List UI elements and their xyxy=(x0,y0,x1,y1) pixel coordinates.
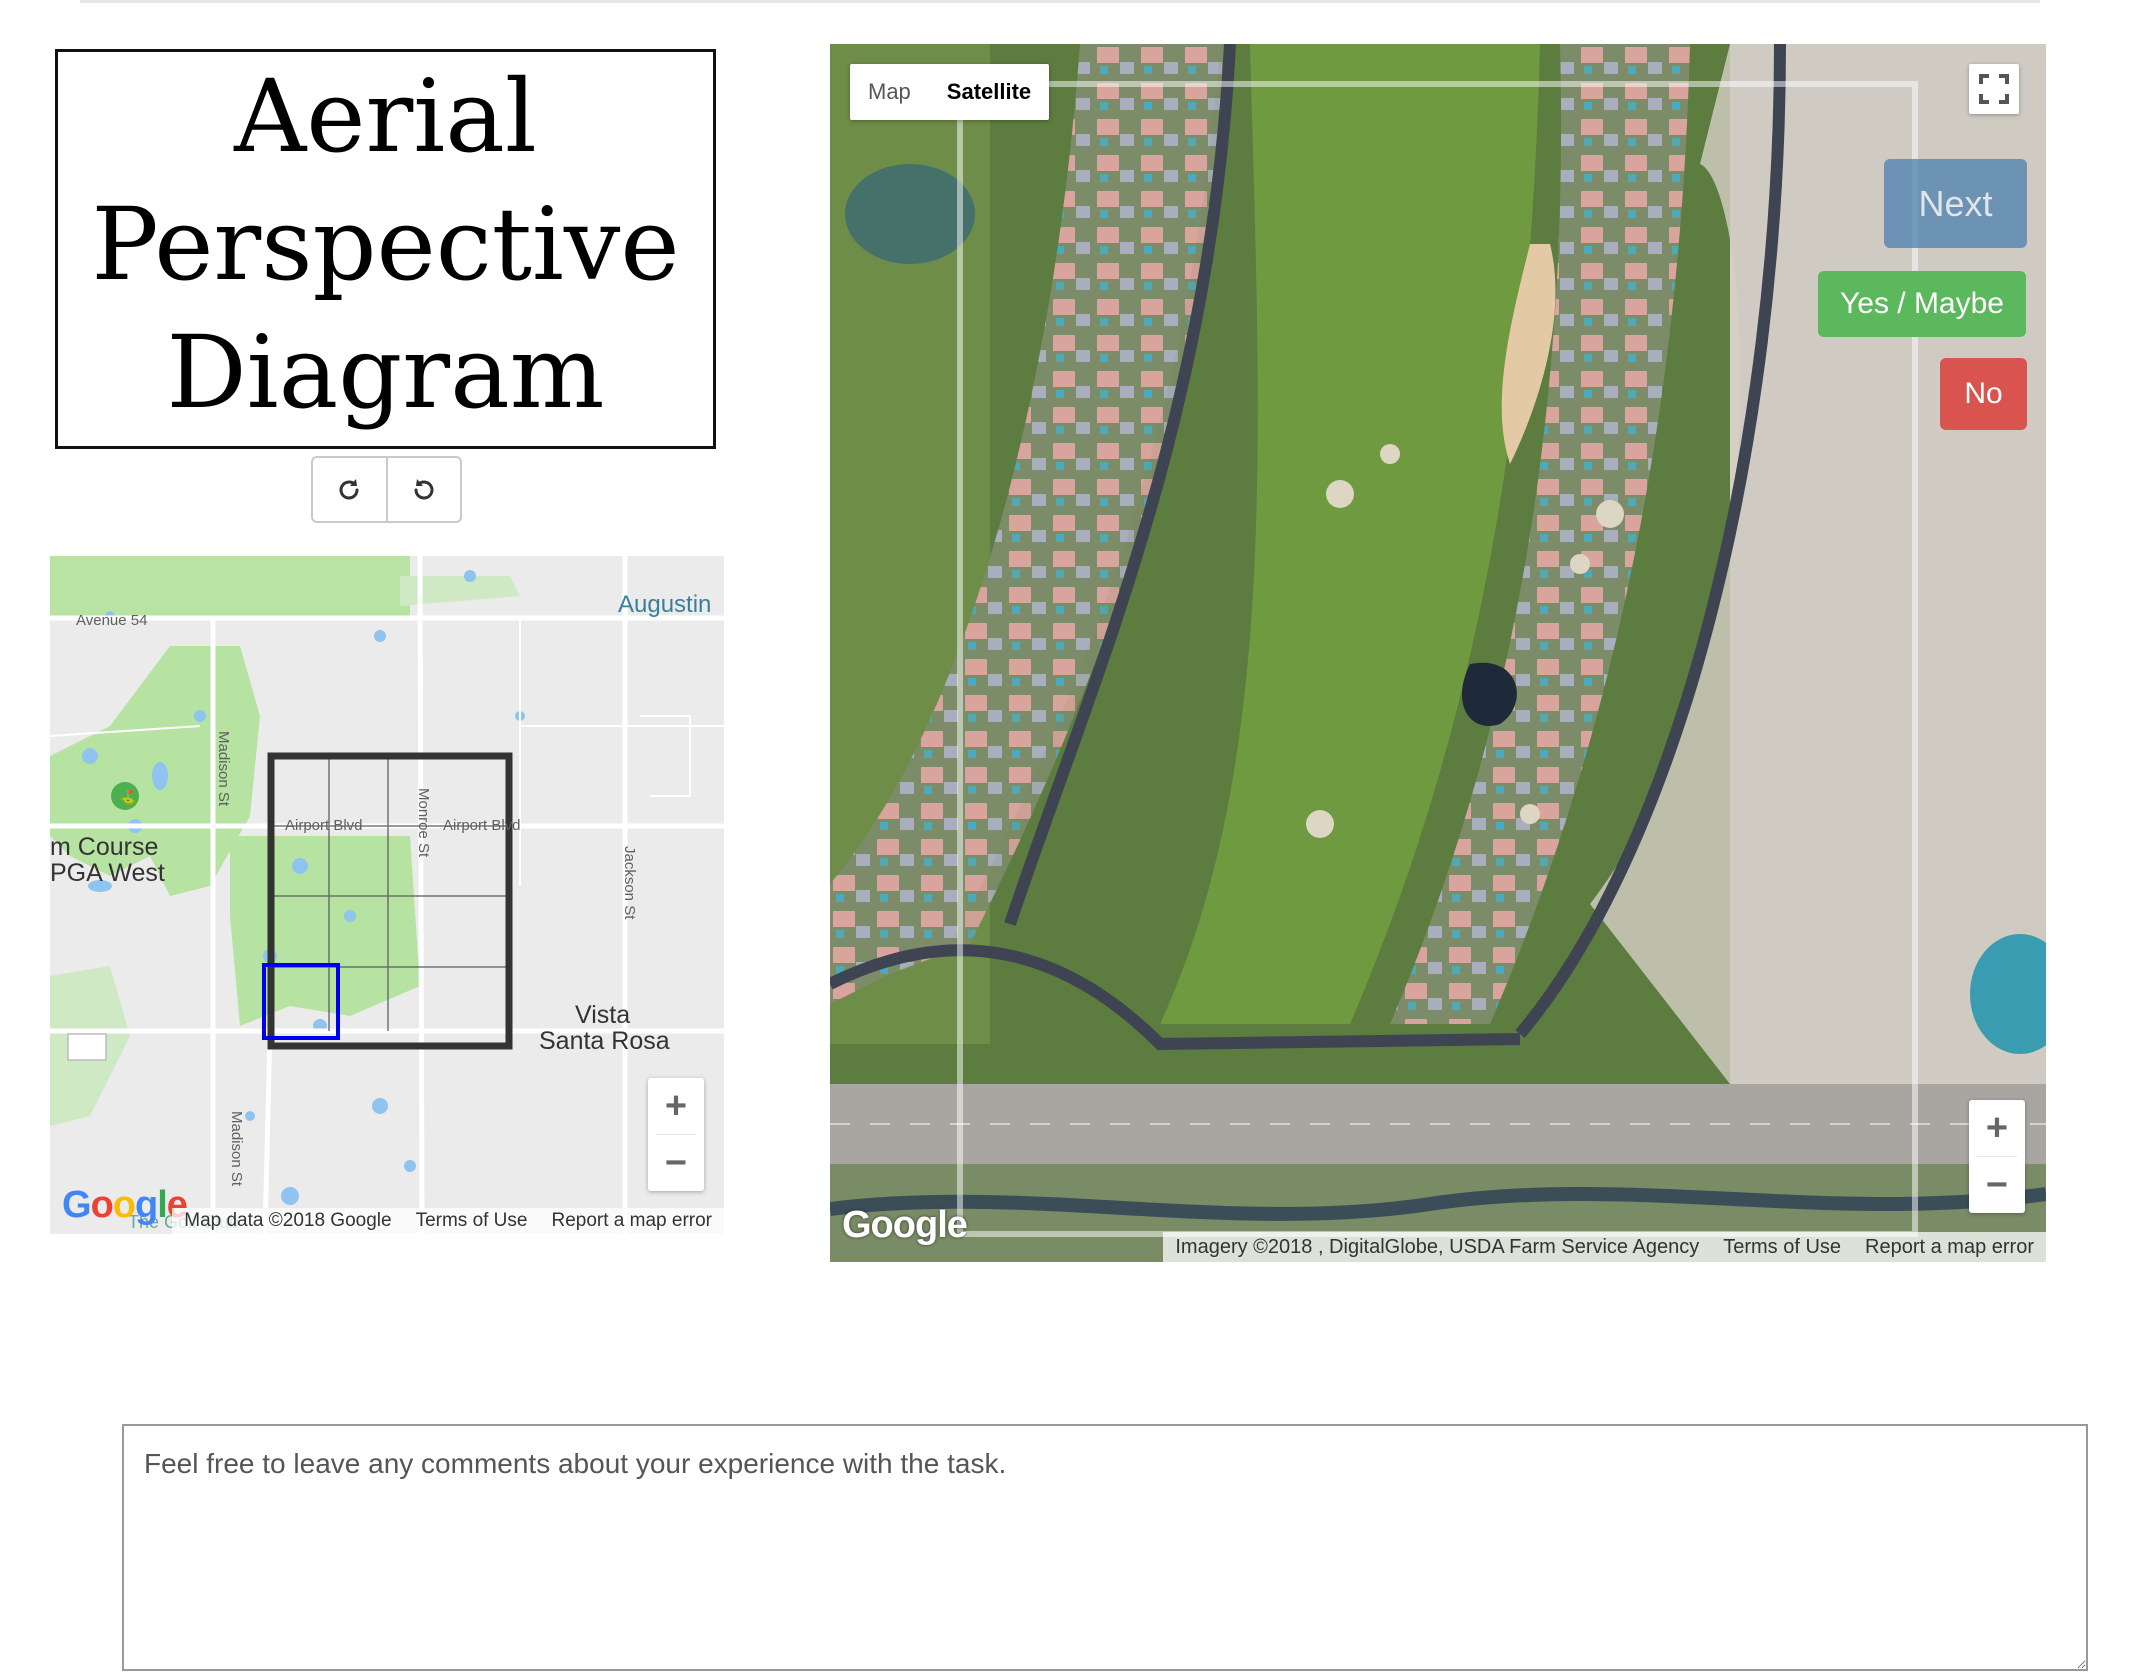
svg-text:⛳: ⛳ xyxy=(119,789,136,806)
overview-zoom-controls: + − xyxy=(648,1078,704,1191)
place-label-vista: Vista xyxy=(575,1001,631,1029)
street-label-madison: Madison St xyxy=(215,731,232,807)
satellite-google-logo: Google xyxy=(842,1204,968,1246)
street-label-madison-2: Madison St xyxy=(228,1111,245,1187)
place-label-pga-west: PGA West xyxy=(50,859,165,887)
street-label-avenue54: Avenue 54 xyxy=(76,612,148,629)
street-label-airport-2: Airport Blvd xyxy=(443,817,521,834)
overview-map-footer: Map data ©2018 Google Terms of Use Repor… xyxy=(172,1208,724,1234)
zoom-in-button[interactable]: + xyxy=(648,1078,704,1134)
street-label-jackson: Jackson St xyxy=(621,846,638,920)
satellite-map[interactable]: Map Satellite Next Yes / Maybe No + − Go… xyxy=(830,44,2046,1262)
rotate-counterclockwise-button[interactable] xyxy=(385,458,461,521)
satellite-zoom-controls: + − xyxy=(1969,1100,2025,1213)
place-label-augustine: Augustin xyxy=(618,591,712,618)
map-type-map-button[interactable]: Map xyxy=(850,64,929,120)
place-label-course: m Course xyxy=(50,833,159,861)
fullscreen-icon xyxy=(1979,74,2009,104)
comments-textarea[interactable] xyxy=(122,1424,2088,1671)
satellite-zoom-out-button[interactable]: − xyxy=(1969,1157,2025,1213)
satellite-map-footer: Imagery ©2018 , DigitalGlobe, USDA Farm … xyxy=(1163,1232,2046,1262)
map-type-satellite-button[interactable]: Satellite xyxy=(929,64,1049,120)
terms-of-use-link[interactable]: Terms of Use xyxy=(404,1210,540,1232)
map-type-control: Map Satellite xyxy=(850,64,1050,120)
street-label-airport-1: Airport Blvd xyxy=(285,817,363,834)
no-button[interactable]: No xyxy=(1940,358,2027,430)
rotate-ccw-icon xyxy=(414,478,434,499)
place-label-santa-rosa: Santa Rosa xyxy=(539,1027,670,1055)
rotate-clockwise-button[interactable] xyxy=(313,458,386,521)
satellite-terms-link[interactable]: Terms of Use xyxy=(1711,1236,1853,1259)
top-divider xyxy=(80,0,2040,3)
report-map-error-link[interactable]: Report a map error xyxy=(539,1210,724,1232)
rotate-button-group xyxy=(311,456,462,523)
satellite-report-error-link[interactable]: Report a map error xyxy=(1853,1236,2046,1259)
map-data-attribution: Map data ©2018 Google xyxy=(184,1210,392,1231)
fullscreen-button[interactable] xyxy=(1969,64,2019,114)
diagram-title: Aerial Perspective Diagram xyxy=(91,58,680,431)
overview-map[interactable]: ⛳ Avenue 54 Augustin Madison St Monroe S… xyxy=(50,556,724,1234)
diagram-title-box: Aerial Perspective Diagram xyxy=(55,49,716,449)
satellite-zoom-in-button[interactable]: + xyxy=(1969,1100,2025,1156)
zoom-out-button[interactable]: − xyxy=(648,1135,704,1191)
street-label-monroe: Monroe St xyxy=(415,788,432,858)
yes-maybe-button[interactable]: Yes / Maybe xyxy=(1818,271,2026,337)
next-button[interactable]: Next xyxy=(1884,159,2027,248)
satellite-imagery xyxy=(830,44,2046,1262)
rotate-cw-icon xyxy=(339,478,359,499)
google-logo: Google xyxy=(62,1184,188,1226)
imagery-attribution: Imagery ©2018 , DigitalGlobe, USDA Farm … xyxy=(1175,1235,1700,1258)
